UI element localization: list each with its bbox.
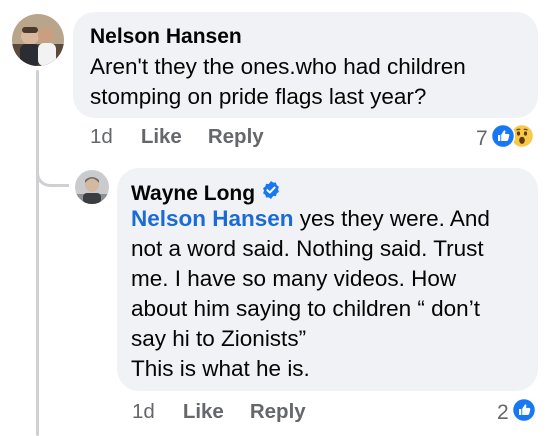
reply-button[interactable]: Reply [208,125,264,149]
reaction-count: 2 [497,401,509,424]
reply-text-line: me. I have so many videos. How [131,266,457,291]
reply-text-fragment: yes they were. And [293,206,490,231]
reply-text-line: This is what he is. [131,356,310,381]
comment-text-line: stomping on pride flags last year? [90,84,427,109]
comment-timestamp[interactable]: 1d [90,125,113,149]
reply-text-line: say hi to Zionists” [131,326,307,351]
reply-author-name[interactable]: Wayne Long [131,181,255,207]
comment-actions: 1d Like Reply [90,125,290,149]
reply-text-line: about him saying to children “ don’t [131,296,480,321]
comment-reactions[interactable]: 7 [476,123,534,154]
reply-text-line: Nelson Hansen yes they were. And [131,204,490,234]
comment-author-name[interactable]: Nelson Hansen [90,24,242,50]
comment-author[interactable]: Nelson Hansen [90,24,242,50]
like-button[interactable]: Like [141,125,182,149]
reaction-count: 7 [476,127,488,150]
thread-line [36,70,39,436]
reply-text-line: not a word said. Nothing said. Trust [131,236,484,261]
reply-author[interactable]: Wayne Long [131,180,281,207]
verified-badge-icon [261,180,281,207]
avatar[interactable] [75,170,109,204]
like-reaction-icon [511,397,536,428]
comment-text: Aren't they the ones.who had children st… [90,52,466,112]
reply-bubble: Wayne Long Nelson Hansen yes they were. … [117,168,538,391]
avatar[interactable] [12,14,64,66]
reply-timestamp[interactable]: 1d [132,400,155,424]
reply-text: Nelson Hansen yes they were. And not a w… [131,204,490,384]
comment-text-line: Aren't they the ones.who had children [90,54,466,79]
reply-connector-line [36,150,69,187]
reply-button[interactable]: Reply [250,400,306,424]
like-reaction-icon [490,123,515,154]
reply-reactions[interactable]: 2 [497,397,536,428]
mention-link[interactable]: Nelson Hansen [131,206,294,231]
like-button[interactable]: Like [183,400,224,424]
reply-actions: 1d Like Reply [132,400,332,424]
comment-bubble: Nelson Hansen Aren't they the ones.who h… [73,12,538,118]
